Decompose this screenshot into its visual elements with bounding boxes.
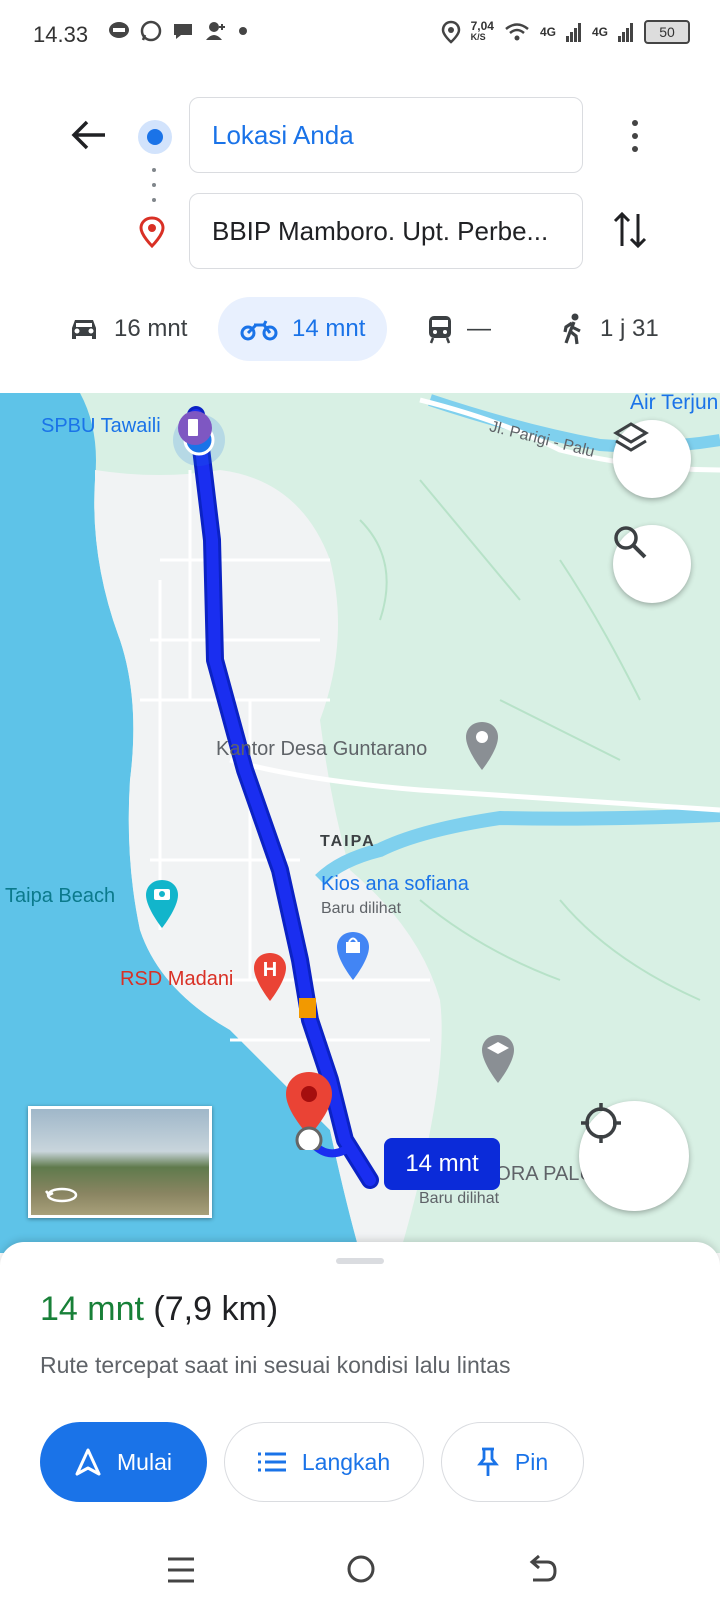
layers-button[interactable] [613,420,691,498]
whatsapp-icon [140,20,162,42]
speed-value: 7,04 [470,19,494,33]
list-icon [257,1452,286,1472]
mode-label: — [467,315,491,342]
signal-icon [618,23,633,42]
add-person-icon [206,22,225,40]
battery-indicator: 50 [644,20,690,44]
back-gesture-icon[interactable] [527,1554,559,1584]
status-bar: 14.33 7,04 K/S 4G 4G 50 [0,0,720,72]
map-label-rsd[interactable]: RSD Madani [120,968,233,991]
menu-icon[interactable] [166,1556,196,1584]
hospital-pin-icon[interactable]: H [251,951,289,1007]
steps-button[interactable]: Langkah [224,1422,424,1502]
rotate-360-icon [45,1187,78,1203]
search-along-route-button[interactable] [613,525,691,603]
network-label-1: 4G [539,25,556,39]
swap-icon[interactable] [612,210,648,250]
map-label-taipa-beach[interactable]: Taipa Beach [5,885,115,908]
mode-label: 14 mnt [292,315,366,342]
route-connector-dots [152,168,156,202]
mode-driving[interactable]: 16 mnt [68,297,187,361]
arrow-left-icon [71,120,105,150]
wifi-icon [505,23,529,41]
network-label-2: 4G [591,25,608,39]
mode-label: 1 j 31 [600,315,659,342]
route-distance: (7,9 km) [153,1290,279,1328]
route-summary: 14 mnt (7,9 km) [40,1290,278,1329]
map-label-mayora-sub: Baru dilihat [419,1190,500,1207]
map-label-air-terjun: Air Terjun [630,393,719,414]
government-pin-icon[interactable] [463,720,501,776]
chat-bubble-icon [174,24,192,39]
start-button[interactable]: Mulai [40,1422,207,1502]
my-location-button[interactable] [579,1101,689,1211]
eta-bubble[interactable]: 14 mnt [384,1138,500,1190]
map-label-kantor-desa[interactable]: Kantor Desa Guntarano [216,738,427,761]
svg-text:H: H [263,959,277,981]
destination-pin-icon [139,216,165,248]
map-label-kios-sub: Baru dilihat [321,900,402,917]
back-button[interactable] [66,112,112,158]
destination-marker-icon[interactable] [281,1070,337,1150]
route-description: Rute tercepat saat ini sesuai kondisi la… [40,1352,511,1378]
gas-station-icon[interactable] [177,410,213,446]
speed-unit: K/S [470,32,486,42]
signal-icon [565,23,581,42]
data-speed: 7,04 K/S [470,19,494,43]
origin-input[interactable]: Lokasi Anda [189,97,583,173]
search-icon [614,526,647,559]
layers-icon [613,422,649,452]
camera-pin-icon[interactable] [143,878,181,934]
motorcycle-icon [240,320,278,341]
mode-label: 16 mnt [114,315,188,342]
line-app-icon [109,22,129,38]
pin-button-label: Pin [514,1448,549,1475]
pin-icon [476,1447,499,1476]
street-view-thumbnail[interactable] [28,1106,212,1218]
navigation-arrow-icon [75,1448,101,1476]
pin-button[interactable]: Pin [441,1422,584,1502]
status-time: 14.33 [33,22,89,47]
route-duration: 14 mnt [40,1290,144,1328]
transit-icon [429,316,451,344]
mode-motorcycle[interactable]: 14 mnt [218,297,388,361]
sheet-drag-handle[interactable] [336,1258,384,1264]
map-label-spbu[interactable]: SPBU Tawaili [41,415,161,438]
origin-marker-icon [138,120,172,154]
destination-input[interactable]: BBIP Mamboro. Upt. Perbe... [189,193,583,269]
shopping-pin-icon[interactable] [334,930,372,986]
more-options-button[interactable] [620,116,650,156]
start-button-label: Mulai [117,1448,172,1475]
system-navigation-bar [0,1530,720,1612]
mode-transit[interactable]: — [427,297,491,361]
crosshair-icon [581,1103,621,1143]
notification-icons [108,20,248,42]
mode-walking[interactable]: 1 j 31 [560,297,659,361]
dot-icon [239,27,247,35]
map-label-kios[interactable]: Kios ana sofiana [321,873,469,896]
map-label-taipa: TAIPA [320,833,376,850]
home-icon[interactable] [346,1554,376,1584]
steps-button-label: Langkah [301,1448,391,1475]
school-pin-icon[interactable] [479,1033,517,1089]
car-icon [72,320,96,339]
location-icon [441,20,460,44]
walk-icon [563,313,581,345]
system-indicators: 7,04 K/S 4G 4G 50 [441,20,690,44]
